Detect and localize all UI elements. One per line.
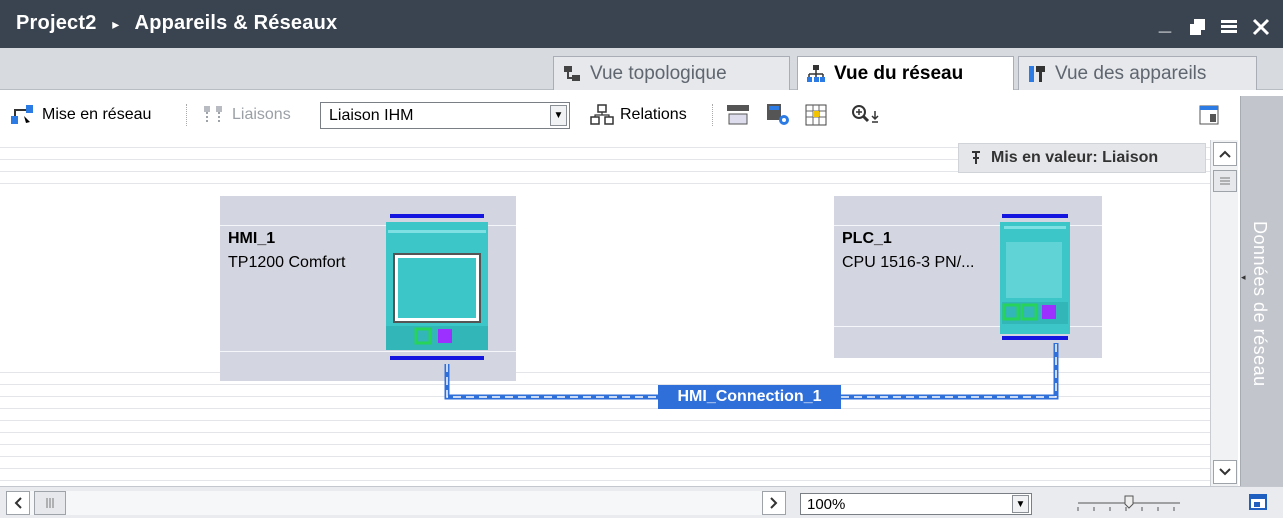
device-icon [1029, 65, 1045, 82]
tab-device-view[interactable]: Vue des appareils [1018, 56, 1257, 90]
tab-topology-view[interactable]: Vue topologique [553, 56, 790, 90]
zoom-slider[interactable] [1072, 491, 1188, 515]
chevron-right-icon [770, 497, 778, 509]
chevron-down-icon[interactable]: ▼ [1012, 495, 1029, 513]
float-button[interactable] [1185, 8, 1209, 36]
network-mode-button[interactable]: Mise en réseau [10, 102, 151, 128]
relations-label: Relations [620, 106, 687, 123]
panel-toggle-button[interactable] [1198, 102, 1220, 128]
connections-button[interactable]: Liaisons [202, 102, 291, 128]
connection-type-value: Liaison IHM [329, 107, 414, 124]
connection-type-select[interactable]: Liaison IHM ▼ [320, 102, 570, 129]
toolbar-divider [186, 104, 188, 126]
breadcrumb-separator: ▸ [112, 16, 120, 32]
window-title: Project2 ▸ Appareils & Réseaux [16, 12, 337, 35]
close-icon [1252, 18, 1270, 36]
scroll-thumb[interactable] [1213, 170, 1237, 192]
maximize-icon [1221, 20, 1237, 33]
grip-icon [46, 498, 54, 508]
chevron-down-icon [1219, 468, 1231, 476]
zoom-select[interactable]: 100% ▼ [800, 493, 1032, 515]
scroll-thumb[interactable] [34, 491, 66, 515]
tab-label: Vue des appareils [1055, 62, 1207, 84]
connections-label: Liaisons [232, 106, 291, 123]
connection-label[interactable]: HMI_Connection_1 [658, 385, 841, 409]
tab-network-view[interactable]: Vue du réseau [797, 56, 1014, 91]
relations-icon [590, 104, 614, 125]
topology-icon [564, 65, 580, 81]
vertical-scrollbar[interactable] [1210, 140, 1238, 486]
side-panel-label: Données de réseau [1250, 221, 1270, 387]
relations-button[interactable]: Relations [590, 102, 687, 128]
collapse-arrow-icon[interactable]: ◂ [1241, 272, 1247, 284]
chevron-down-icon[interactable]: ▼ [550, 105, 567, 126]
network-toolbar: Mise en réseau Liaisons Liaison IHM ▼ Re… [0, 90, 1240, 140]
toolbar-divider [712, 104, 714, 126]
network-icon [807, 65, 825, 82]
scroll-down-button[interactable] [1213, 460, 1237, 484]
view-tab-bar: Vue topologique Vue du réseau Vue des ap… [0, 48, 1283, 91]
bottom-bar: 100% ▼ [0, 486, 1283, 518]
close-button[interactable] [1249, 8, 1273, 36]
zoom-value: 100% [807, 496, 846, 513]
chevron-up-icon [1219, 150, 1231, 158]
connections-icon [204, 106, 222, 122]
zoom-in-icon [852, 105, 879, 123]
section-name: Appareils & Réseaux [134, 12, 338, 34]
table-view-button[interactable] [804, 102, 828, 128]
chevron-left-icon [14, 497, 22, 509]
project-name: Project2 [16, 12, 97, 34]
scroll-left-button[interactable] [6, 491, 30, 515]
zoom-tool-button[interactable] [850, 102, 882, 128]
show-addresses-button[interactable] [766, 102, 792, 128]
scroll-up-button[interactable] [1213, 142, 1237, 166]
panel-toggle-icon [1199, 105, 1219, 125]
overview-navigator-icon[interactable] [1248, 493, 1270, 513]
float-icon [1190, 19, 1205, 35]
network-mode-label: Mise en réseau [42, 106, 152, 123]
grip-icon [1220, 177, 1230, 185]
tab-label: Vue du réseau [834, 63, 964, 84]
maximize-button[interactable] [1217, 8, 1241, 36]
table-icon [805, 104, 827, 126]
network-mode-icon [11, 105, 33, 124]
show-names-button[interactable] [726, 102, 750, 128]
horizontal-scrollbar[interactable] [6, 491, 786, 515]
tab-label: Vue topologique [590, 62, 727, 84]
name-tag-icon [727, 105, 749, 125]
minimize-button[interactable]: _ [1153, 8, 1177, 36]
scroll-right-button[interactable] [762, 491, 786, 515]
network-canvas[interactable]: Mis en valeur: Liaison HMI_1 TP1200 Comf… [0, 140, 1210, 486]
title-bar: Project2 ▸ Appareils & Réseaux _ [0, 0, 1283, 48]
network-data-panel[interactable]: ◂ Données de réseau [1240, 96, 1283, 486]
address-icon [767, 104, 789, 125]
hmi-connection-line[interactable] [0, 140, 1210, 486]
